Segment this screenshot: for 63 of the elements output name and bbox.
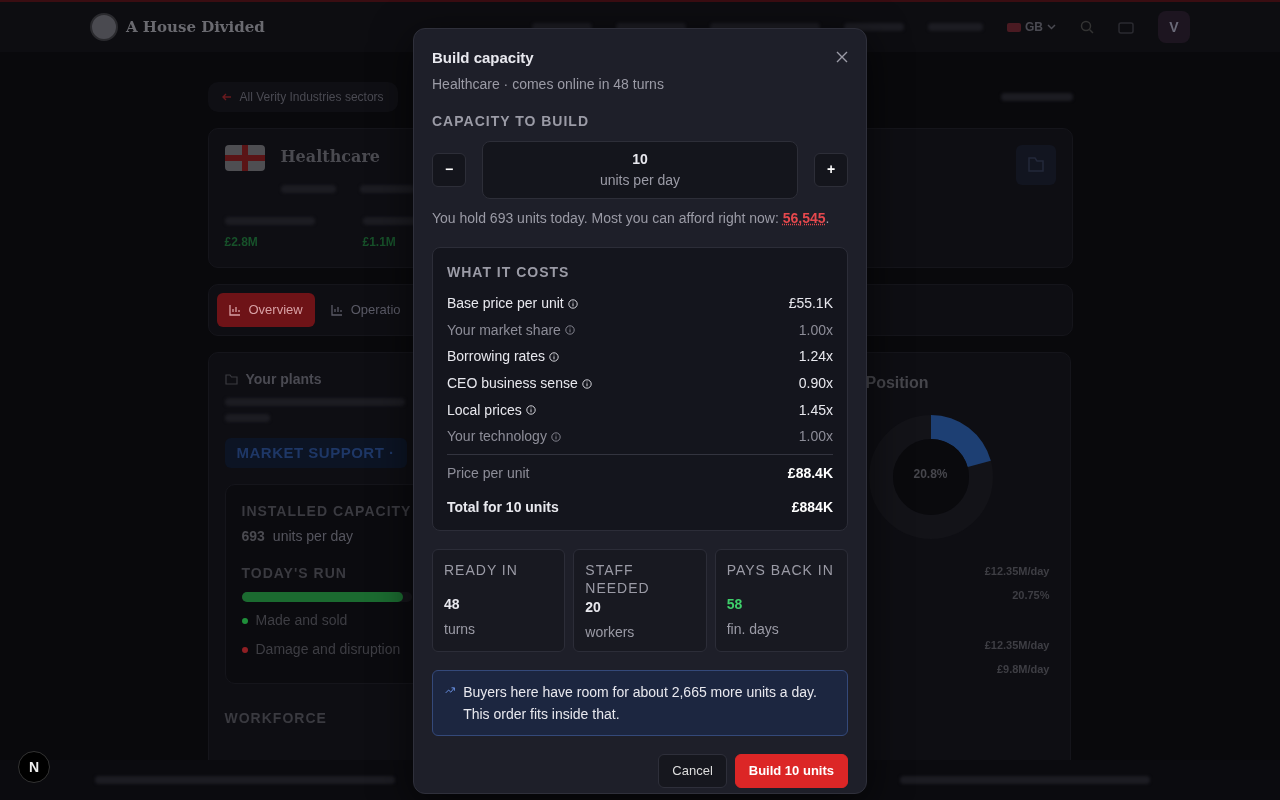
quantity-field[interactable]: 10 units per day [482,140,798,199]
info-icon[interactable] [550,431,561,442]
section-label: WHAT IT COSTS [447,262,571,282]
flag-icon [1007,22,1021,32]
cost-value: £884K [791,498,833,518]
tab[interactable]: Operatio [318,293,413,327]
stat-label: READY IN [444,561,519,580]
avatar[interactable]: V [1158,11,1190,43]
capacity-value: 693 [241,527,265,546]
cost-value: 1.00x [798,320,833,340]
flag-icon [224,145,265,171]
stat-unit: workers [585,623,636,643]
tab[interactable]: Overview [216,293,315,327]
cost-label: Total for 10 units [447,498,559,518]
decrement-button[interactable]: − [432,152,466,187]
cost-value: 0.90x [798,374,833,394]
cost-label: Price per unit [447,464,530,484]
dev-badge[interactable]: N [18,751,50,783]
modal-title: Build capacity [432,48,535,68]
stat-value: 48 [444,595,461,615]
logo[interactable] [90,13,118,41]
panel-title: Your plants [245,369,322,389]
cost-label: Your market share [447,320,561,340]
chart-icon [228,303,241,316]
afford-value[interactable]: 56,545 [782,209,826,226]
capacity-unit: units per day [272,527,354,546]
cost-value: 1.24x [798,347,833,367]
brand-name[interactable]: A House Divided [126,15,265,39]
info-icon[interactable] [564,325,575,336]
notice-text: Buyers here have room for about 2,665 more units a day. This order fits inside that. [463,683,818,725]
stat-value: 20 [585,598,602,618]
stat-unit: turns [444,620,477,640]
stat-value: £1.1M [362,234,397,251]
cost-value: £55.1K [788,294,833,314]
stat-label: PAYS BACK IN [726,561,835,580]
cost-value: 1.45x [798,400,833,420]
increment-button[interactable]: + [814,152,848,187]
cost-label: Your technology [447,427,547,447]
stat-value: £2.8M [224,234,259,251]
section-label: CAPACITY TO BUILD [432,111,590,131]
support-chip: MARKET SUPPORT · [224,437,407,468]
folder-icon [224,373,238,385]
cost-label: Local prices [447,400,522,420]
build-button[interactable]: Build 10 units [734,754,848,788]
trend-up-icon [445,685,456,696]
share-value: 20.8% [912,465,949,483]
cost-value: £88.4K [787,464,833,484]
cost-label: Borrowing rates [447,347,546,367]
caret-icon [1047,24,1056,30]
stat-unit: fin. days [726,620,780,640]
cancel-button[interactable]: Cancel [658,754,727,788]
sector-title: Healthcare [280,146,381,168]
panel-title: Position [865,372,930,393]
modal-subtitle: Healthcare · comes online in 48 turns [432,74,664,94]
stat-value: 58 [726,595,744,615]
arrow-left-icon [221,93,232,101]
cost-label: Base price per unit [447,294,564,314]
holdings-note: You hold 693 units today. Most you can afford right now: 56,545. [432,208,831,228]
stat-label: STAFF NEEDED [585,561,651,598]
cost-value: 1.00x [798,427,833,447]
chart-icon [330,303,343,316]
cost-label: CEO business sense [447,374,578,394]
close-icon[interactable] [836,51,848,63]
